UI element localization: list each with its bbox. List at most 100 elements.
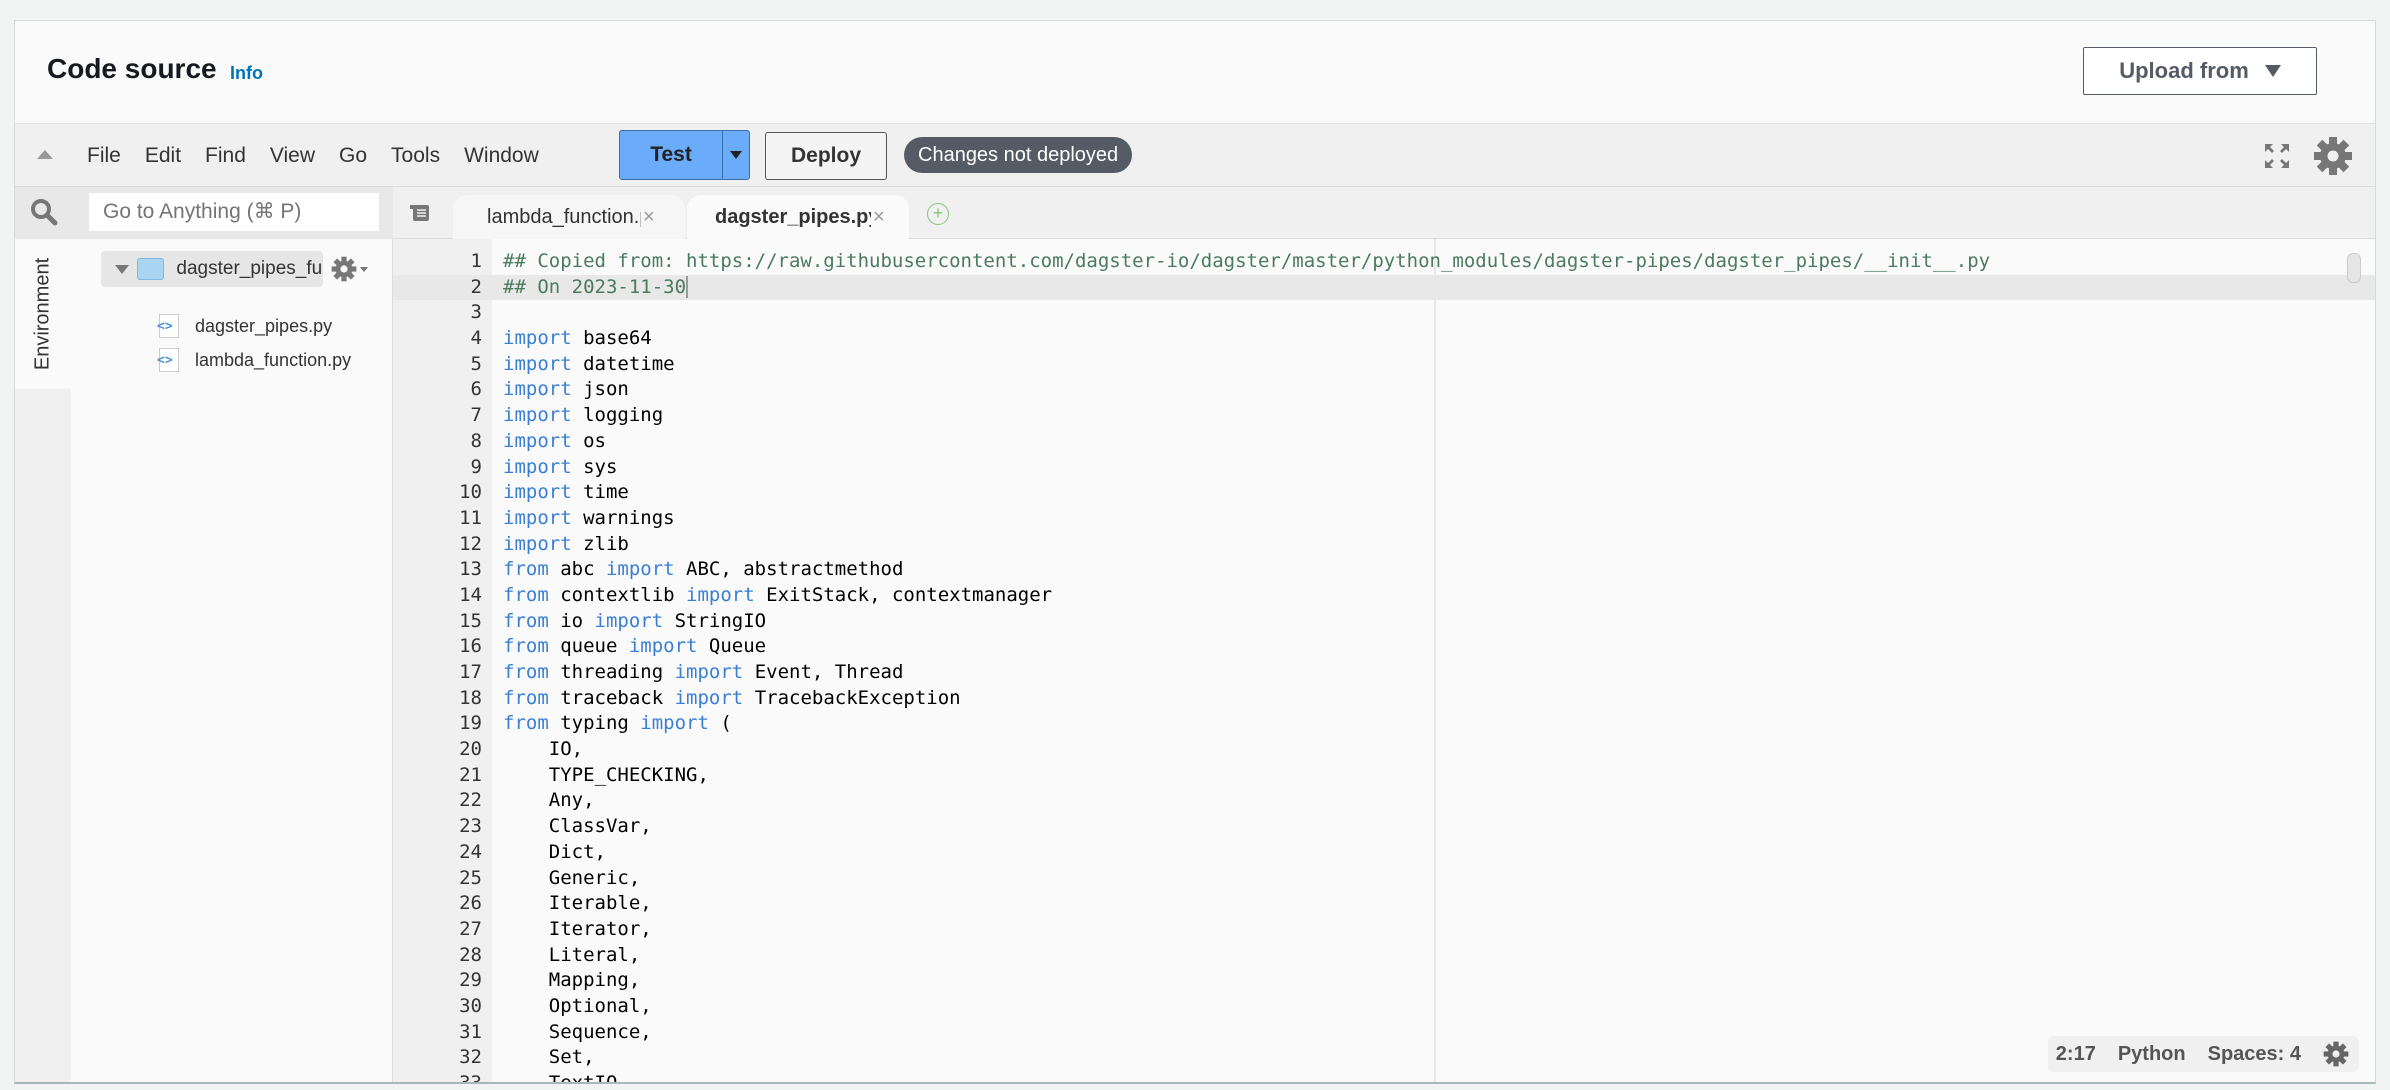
tab-list-icon[interactable] xyxy=(409,203,431,223)
code-line[interactable]: 20 IO, xyxy=(393,737,2375,763)
code-line[interactable]: 21 TYPE_CHECKING, xyxy=(393,763,2375,789)
tab-dagster-pipes[interactable]: dagster_pipes.py × xyxy=(687,195,909,239)
file-item-lambda-function[interactable]: <> lambda_function.py xyxy=(157,345,351,375)
tree-root-folder[interactable]: dagster_pipes_function xyxy=(101,251,323,287)
tree-settings-button[interactable] xyxy=(331,255,369,283)
line-code: TextIO, xyxy=(503,1071,629,1082)
line-code: import logging xyxy=(503,403,663,429)
keyword-token: import xyxy=(503,455,572,478)
editor-settings-gear-icon[interactable] xyxy=(2323,1041,2349,1067)
code-token: time xyxy=(571,481,629,504)
tab-lambda-function[interactable]: lambda_function.py × xyxy=(453,195,685,239)
code-line[interactable]: 18 from traceback import TracebackExcepti… xyxy=(393,686,2375,712)
menu-edit[interactable]: Edit xyxy=(145,144,181,168)
menu-tools[interactable]: Tools xyxy=(391,144,440,168)
info-link[interactable]: Info xyxy=(230,63,263,84)
menu-go[interactable]: Go xyxy=(339,144,367,168)
line-number: 19 xyxy=(459,712,482,735)
code-line[interactable]: 30 Optional, xyxy=(393,994,2375,1020)
keyword-token: import xyxy=(640,712,709,735)
line-code: from contextlib import ExitStack, contex… xyxy=(503,583,1052,609)
code-line[interactable]: 26 Iterable, xyxy=(393,891,2375,917)
deploy-button[interactable]: Deploy xyxy=(765,132,887,180)
code-line[interactable]: 19 from typing import ( xyxy=(393,711,2375,737)
code-line[interactable]: 1 ## Copied from: https://raw.githubuserc… xyxy=(393,249,2375,275)
keyword-token: import xyxy=(503,378,572,401)
code-line[interactable]: 28 Literal, xyxy=(393,943,2375,969)
fullscreen-icon[interactable] xyxy=(2263,142,2291,170)
code-token: typing xyxy=(548,712,641,735)
expand-caret-icon[interactable] xyxy=(115,264,129,274)
code-line[interactable]: 17 from threading import Event, Thread xyxy=(393,660,2375,686)
close-tab-icon[interactable]: × xyxy=(873,206,885,229)
line-number: 6 xyxy=(470,378,482,401)
code-line[interactable]: 10 import time xyxy=(393,480,2375,506)
line-number: 18 xyxy=(459,686,482,709)
code-line[interactable]: 24 Dict, xyxy=(393,840,2375,866)
code-line[interactable]: 16 from queue import Queue xyxy=(393,634,2375,660)
test-button[interactable]: Test xyxy=(620,131,723,179)
add-tab-icon[interactable]: + xyxy=(927,203,949,225)
menu-find[interactable]: Find xyxy=(205,144,246,168)
line-number: 27 xyxy=(459,917,482,940)
code-lines: 1 ## Copied from: https://raw.githubuserc… xyxy=(393,249,2375,1082)
code-line[interactable]: 27 Iterator, xyxy=(393,917,2375,943)
code-line[interactable]: 22 Any, xyxy=(393,788,2375,814)
settings-gear-icon[interactable] xyxy=(2313,136,2353,176)
line-number: 12 xyxy=(459,532,482,555)
line-code: Mapping, xyxy=(503,968,641,994)
close-tab-icon[interactable]: × xyxy=(643,206,655,229)
code-line[interactable]: 5 import datetime xyxy=(393,352,2375,378)
code-line[interactable]: 13 from abc import ABC, abstractmethod xyxy=(393,557,2375,583)
keyword-token: import xyxy=(503,481,572,504)
code-line[interactable]: 12 import zlib xyxy=(393,532,2375,558)
code-line[interactable]: 14 from contextlib import ExitStack, cont… xyxy=(393,583,2375,609)
code-editor[interactable]: 1 ## Copied from: https://raw.githubuserc… xyxy=(393,239,2375,1082)
line-number: 30 xyxy=(459,994,482,1017)
keyword-token: from xyxy=(503,661,549,683)
upload-from-button[interactable]: Upload from xyxy=(2083,47,2317,95)
code-line[interactable]: 25 Generic, xyxy=(393,866,2375,892)
keyword-token: import xyxy=(674,686,744,709)
code-line[interactable]: 23 ClassVar, xyxy=(393,814,2375,840)
line-number: 26 xyxy=(459,892,482,915)
file-item-dagster-pipes[interactable]: <> dagster_pipes.py xyxy=(157,311,332,341)
line-code: from traceback import TracebackException xyxy=(503,686,961,712)
code-line[interactable]: 9 import sys xyxy=(393,455,2375,481)
environment-tab[interactable]: Environment xyxy=(15,239,71,389)
code-token: queue xyxy=(548,635,629,658)
language-mode[interactable]: Python xyxy=(2118,1043,2186,1066)
search-icon[interactable] xyxy=(29,197,59,227)
code-line[interactable]: 15 from io import StringIO xyxy=(393,609,2375,635)
line-code: Iterable, xyxy=(503,891,652,917)
line-number: 14 xyxy=(459,583,482,606)
folder-icon xyxy=(137,258,165,280)
test-dropdown-button[interactable] xyxy=(723,131,749,179)
keyword-token: import xyxy=(503,404,572,427)
code-line[interactable]: 8 import os xyxy=(393,429,2375,455)
menu-view[interactable]: View xyxy=(270,144,315,168)
code-line[interactable]: 7 import logging xyxy=(393,403,2375,429)
code-token: Any, xyxy=(503,789,595,812)
keyword-token: from xyxy=(503,558,549,581)
gear-icon xyxy=(331,256,357,282)
indent-setting[interactable]: Spaces: 4 xyxy=(2208,1043,2301,1066)
code-token: IO, xyxy=(503,738,584,761)
code-line[interactable]: 4 import base64 xyxy=(393,326,2375,352)
line-number: 10 xyxy=(459,481,482,504)
code-line[interactable]: 2 ## On 2023-11-30 xyxy=(393,274,2375,301)
code-line[interactable]: 33 TextIO, xyxy=(393,1071,2375,1082)
code-line[interactable]: 29 Mapping, xyxy=(393,968,2375,994)
menu-window[interactable]: Window xyxy=(464,144,539,168)
line-code: import zlib xyxy=(503,532,629,558)
code-line[interactable]: 11 import warnings xyxy=(393,506,2375,532)
code-line[interactable]: 6 import json xyxy=(393,377,2375,403)
vertical-scrollbar[interactable] xyxy=(2347,253,2361,283)
keyword-token: from xyxy=(503,609,549,632)
collapse-up-icon[interactable] xyxy=(37,150,53,159)
go-to-anything-input[interactable] xyxy=(89,193,379,231)
line-number: 15 xyxy=(459,609,482,632)
code-line[interactable]: 3 xyxy=(393,300,2375,326)
menu-file[interactable]: File xyxy=(87,144,121,168)
line-code: import datetime xyxy=(503,352,675,378)
